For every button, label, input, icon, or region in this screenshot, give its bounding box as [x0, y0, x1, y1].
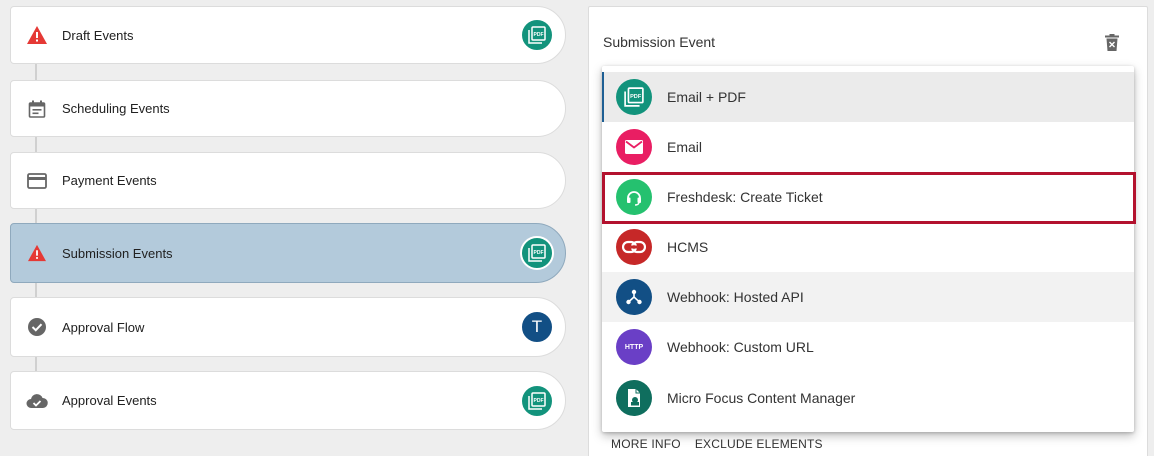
dropdown-item-email-pdf[interactable]: PDF Email + PDF: [602, 72, 1134, 122]
pdf-badge-icon: PDF: [520, 236, 554, 270]
event-label: Approval Events: [62, 393, 157, 408]
event-label: Submission Events: [62, 245, 173, 261]
more-info-button[interactable]: MORE INFO: [611, 437, 681, 451]
svg-text:PDF: PDF: [630, 94, 642, 100]
svg-text:PDF: PDF: [534, 398, 544, 404]
dropdown-item-label: Email: [667, 139, 703, 155]
document-icon: [616, 380, 652, 416]
dropdown-item-freshdesk[interactable]: Freshdesk: Create Ticket: [602, 172, 1134, 222]
cloud-check-icon: [25, 389, 49, 413]
webhook-icon: [616, 279, 652, 315]
dropdown-item-label: Freshdesk: Create Ticket: [667, 189, 823, 205]
event-card-submission[interactable]: Submission Events PDF: [10, 223, 566, 283]
delete-icon[interactable]: [1101, 31, 1123, 53]
avatar-badge: T: [520, 310, 554, 344]
panel-title: Submission Event: [603, 34, 716, 50]
event-label: Scheduling Events: [62, 101, 170, 116]
http-icon: HTTP: [616, 329, 652, 365]
hcms-logo-icon: [616, 229, 652, 265]
connector-line: [35, 282, 37, 298]
warning-icon: [25, 23, 49, 47]
event-card-draft[interactable]: Draft Events PDF: [10, 6, 566, 64]
connector-line: [35, 208, 37, 224]
dropdown-item-email[interactable]: Email: [602, 122, 1134, 172]
dropdown-item-label: HCMS: [667, 239, 709, 255]
credit-card-icon: [25, 169, 49, 193]
event-card-scheduling[interactable]: Scheduling Events: [10, 80, 566, 137]
dropdown-item-label: Webhook: Hosted API: [667, 289, 804, 305]
event-label: Approval Flow: [62, 319, 145, 335]
exclude-elements-button[interactable]: EXCLUDE ELEMENTS: [695, 437, 823, 451]
calendar-icon: [25, 97, 49, 121]
http-icon-text: HTTP: [624, 343, 644, 351]
dropdown-item-hcms[interactable]: HCMS: [602, 222, 1134, 272]
dropdown-item-label: Webhook: Custom URL: [667, 339, 814, 355]
pdf-badge-icon: PDF: [520, 18, 554, 52]
headset-icon: [616, 179, 652, 215]
dropdown-item-micro-focus[interactable]: Micro Focus Content Manager: [602, 373, 1134, 423]
warning-icon: [25, 241, 49, 265]
event-card-approval-events[interactable]: Approval Events PDF: [10, 371, 566, 430]
dropdown-item-label: Micro Focus Content Manager: [667, 390, 856, 406]
svg-text:PDF: PDF: [534, 32, 544, 38]
action-type-dropdown[interactable]: PDF Email + PDF Email Freshdesk: Create …: [602, 66, 1134, 432]
mail-icon: [616, 129, 652, 165]
dropdown-item-webhook-hosted[interactable]: Webhook: Hosted API: [602, 272, 1134, 322]
event-card-payment[interactable]: Payment Events: [10, 152, 566, 209]
dropdown-item-label: Email + PDF: [667, 89, 746, 105]
pdf-icon: PDF: [616, 79, 652, 115]
pdf-badge-icon: PDF: [520, 383, 554, 418]
event-label: Payment Events: [62, 173, 157, 188]
dropdown-item-webhook-custom[interactable]: HTTP Webhook: Custom URL: [602, 322, 1134, 372]
check-circle-icon: [25, 315, 49, 339]
event-label: Draft Events: [62, 27, 134, 43]
panel-footer: MORE INFO EXCLUDE ELEMENTS: [611, 437, 823, 451]
svg-text:PDF: PDF: [534, 250, 544, 256]
event-card-approval-flow[interactable]: Approval Flow T: [10, 297, 566, 357]
connector-line: [35, 356, 37, 372]
